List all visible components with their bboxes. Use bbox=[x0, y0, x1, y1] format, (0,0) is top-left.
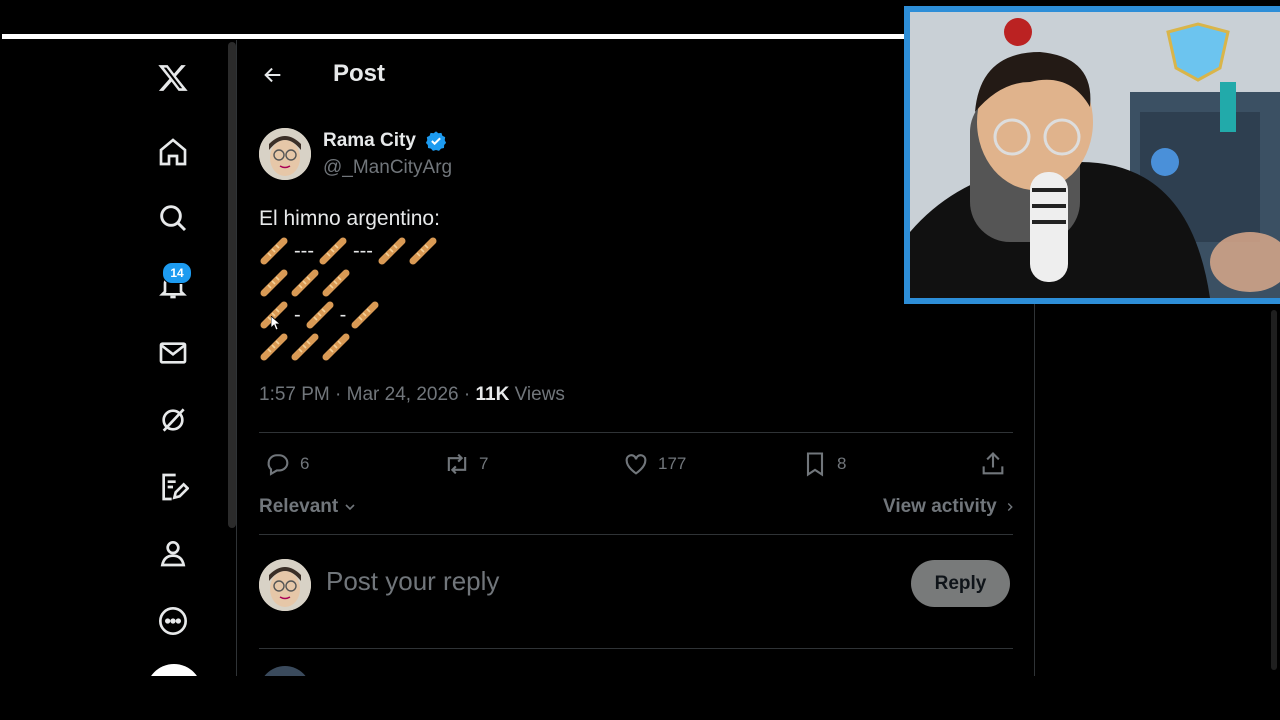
bookmark-icon bbox=[806, 452, 824, 477]
baguette-emoji-icon bbox=[377, 236, 407, 266]
left-scrollbar[interactable] bbox=[228, 42, 236, 528]
views-count: 11K bbox=[475, 384, 510, 405]
bottom-black-bar bbox=[0, 676, 1280, 720]
bookmark-action-button[interactable]: 8 bbox=[801, 450, 846, 478]
reply-count: 6 bbox=[300, 454, 310, 473]
heart-icon bbox=[625, 454, 647, 475]
like-count: 177 bbox=[658, 454, 687, 473]
like-action-button[interactable]: 177 bbox=[622, 450, 686, 478]
sort-label: Relevant bbox=[259, 496, 339, 517]
page-title: Post bbox=[333, 60, 386, 87]
author-name[interactable]: Rama City bbox=[323, 130, 416, 152]
reply-button[interactable]: Reply bbox=[911, 560, 1010, 607]
chevron-right-icon bbox=[1007, 503, 1013, 511]
webcam-overlay bbox=[904, 6, 1280, 304]
search-icon[interactable] bbox=[150, 195, 196, 241]
divider bbox=[259, 432, 1013, 433]
emoji-line: - - bbox=[259, 299, 440, 331]
next-reply-preview[interactable] bbox=[259, 662, 1013, 676]
column-divider bbox=[236, 40, 237, 676]
emoji-line: --- --- bbox=[259, 235, 440, 267]
chevron-down-icon bbox=[345, 504, 355, 511]
baguette-emoji-icon bbox=[318, 236, 348, 266]
baguette-emoji-icon bbox=[259, 268, 289, 298]
view-activity-label: View activity bbox=[883, 496, 997, 517]
tweet-text-line: El himno argentino: bbox=[259, 207, 440, 230]
share-action-button[interactable] bbox=[979, 450, 1007, 478]
baguette-emoji-icon bbox=[321, 268, 351, 298]
repost-count: 7 bbox=[479, 454, 489, 473]
profile-icon[interactable] bbox=[150, 530, 196, 576]
share-icon bbox=[982, 452, 1004, 475]
repost-icon bbox=[447, 453, 467, 475]
baguette-emoji-icon bbox=[290, 268, 320, 298]
baguette-emoji-icon bbox=[290, 332, 320, 362]
tweet-timestamp[interactable]: 1:57 PM · Mar 24, 2026 · bbox=[259, 384, 476, 405]
bookmark-count: 8 bbox=[837, 454, 847, 473]
baguette-emoji-icon bbox=[321, 332, 351, 362]
right-scrollbar[interactable] bbox=[1268, 300, 1280, 676]
x-logo-icon[interactable] bbox=[150, 55, 196, 101]
tweet-meta: 1:57 PM · Mar 24, 2026 · 11K Views bbox=[259, 384, 565, 406]
mouse-cursor-icon bbox=[271, 316, 281, 330]
view-activity-link[interactable]: View activity bbox=[883, 496, 1017, 518]
tweet-body: El himno argentino: --- --- - - bbox=[259, 203, 440, 363]
divider bbox=[259, 648, 1013, 649]
divider bbox=[259, 534, 1013, 535]
reply-action-button[interactable]: 6 bbox=[264, 450, 309, 478]
baguette-emoji-icon bbox=[350, 300, 380, 330]
home-icon[interactable] bbox=[150, 129, 196, 175]
repost-action-button[interactable]: 7 bbox=[443, 450, 488, 478]
views-label: Views bbox=[509, 384, 565, 405]
back-arrow-icon[interactable] bbox=[256, 58, 290, 92]
progress-line bbox=[2, 34, 907, 39]
author-avatar[interactable] bbox=[259, 128, 311, 180]
notification-badge: 14 bbox=[162, 262, 192, 284]
webcam-feed bbox=[910, 12, 1280, 298]
reply-input[interactable] bbox=[326, 566, 886, 597]
emoji-line bbox=[259, 331, 440, 363]
grok-icon[interactable] bbox=[150, 397, 196, 443]
baguette-emoji-icon bbox=[408, 236, 438, 266]
premium-icon[interactable] bbox=[150, 464, 196, 510]
reply-icon bbox=[267, 454, 289, 476]
verified-badge-icon bbox=[425, 130, 447, 152]
emoji-line bbox=[259, 267, 440, 299]
column-divider bbox=[1034, 300, 1035, 676]
user-avatar[interactable] bbox=[259, 559, 311, 611]
sort-dropdown[interactable]: Relevant bbox=[259, 496, 358, 518]
baguette-emoji-icon bbox=[259, 332, 289, 362]
messages-icon[interactable] bbox=[150, 330, 196, 376]
baguette-emoji-icon bbox=[259, 236, 289, 266]
more-icon[interactable] bbox=[150, 598, 196, 644]
reply-avatar[interactable] bbox=[259, 666, 311, 676]
author-handle[interactable]: @_ManCityArg bbox=[323, 157, 452, 179]
baguette-emoji-icon bbox=[305, 300, 335, 330]
